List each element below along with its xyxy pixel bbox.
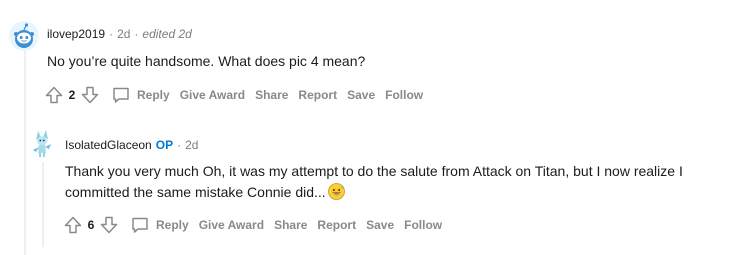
report-button[interactable]: Report [312,213,361,237]
share-button[interactable]: Share [250,83,293,107]
give-award-label: Give Award [179,88,246,102]
share-button[interactable]: Share [269,213,312,237]
downvote-button[interactable] [97,213,121,237]
give-award-button[interactable]: Give Award [194,213,269,237]
report-label: Report [317,218,357,232]
avatar[interactable] [30,128,54,158]
grinning-sweat-emoji-icon [327,183,345,206]
save-label: Save [366,218,395,232]
follow-button[interactable]: Follow [399,213,447,237]
comment-actions: 2 Reply Give Award Share Report Save Fol… [42,83,428,107]
timestamp[interactable]: 2d [117,27,130,41]
upvote-arrow-icon [64,216,82,234]
thread-line-reply[interactable] [42,162,44,247]
upvote-button[interactable] [42,83,66,107]
follow-label: Follow [385,88,424,102]
glaceon-avatar-icon [33,130,51,157]
report-button[interactable]: Report [293,83,342,107]
reply-button[interactable]: Reply [125,213,194,237]
timestamp[interactable]: 2d [185,138,198,152]
save-button[interactable]: Save [342,83,380,107]
give-award-label: Give Award [198,218,265,232]
op-badge: OP [155,138,174,152]
snoo-avatar-icon [9,21,39,51]
downvote-button[interactable] [78,83,102,107]
reply-label: Reply [137,88,170,102]
downvote-arrow-icon [81,86,99,104]
comment-meta: IsolatedGlaceon OP · 2d [65,138,198,152]
downvote-arrow-icon [100,216,118,234]
share-label: Share [255,88,289,102]
follow-button[interactable]: Follow [380,83,428,107]
give-award-button[interactable]: Give Award [175,83,250,107]
vote-score: 6 [87,218,95,232]
username[interactable]: ilovep2019 [47,27,105,41]
comment-body: Thank you very much Oh, it was my attemp… [65,161,695,206]
comment-meta: ilovep2019 · 2d · edited 2d [47,27,192,41]
separator-dot: · [134,27,139,41]
separator-dot: · [109,27,114,41]
save-label: Save [347,88,376,102]
report-label: Report [298,88,338,102]
upvote-arrow-icon [45,86,63,104]
reply-label: Reply [156,218,189,232]
thread-line[interactable] [24,46,26,255]
comment-actions: 6 Reply Give Award Share Report Save Fol… [61,213,447,237]
username[interactable]: IsolatedGlaceon [65,138,152,152]
reply-button[interactable]: Reply [106,83,175,107]
edited-label: edited 2d [142,27,192,41]
follow-label: Follow [404,218,443,232]
comment-body: No you’re quite handsome. What does pic … [47,53,366,69]
vote-score: 2 [68,88,76,102]
comment-bubble-icon [113,87,129,103]
share-label: Share [274,218,308,232]
separator-dot: · [177,138,182,152]
comment-body-text: Thank you very much Oh, it was my attemp… [65,163,683,200]
comment-bubble-icon [132,217,148,233]
upvote-button[interactable] [61,213,85,237]
save-button[interactable]: Save [361,213,399,237]
avatar[interactable] [9,21,39,51]
